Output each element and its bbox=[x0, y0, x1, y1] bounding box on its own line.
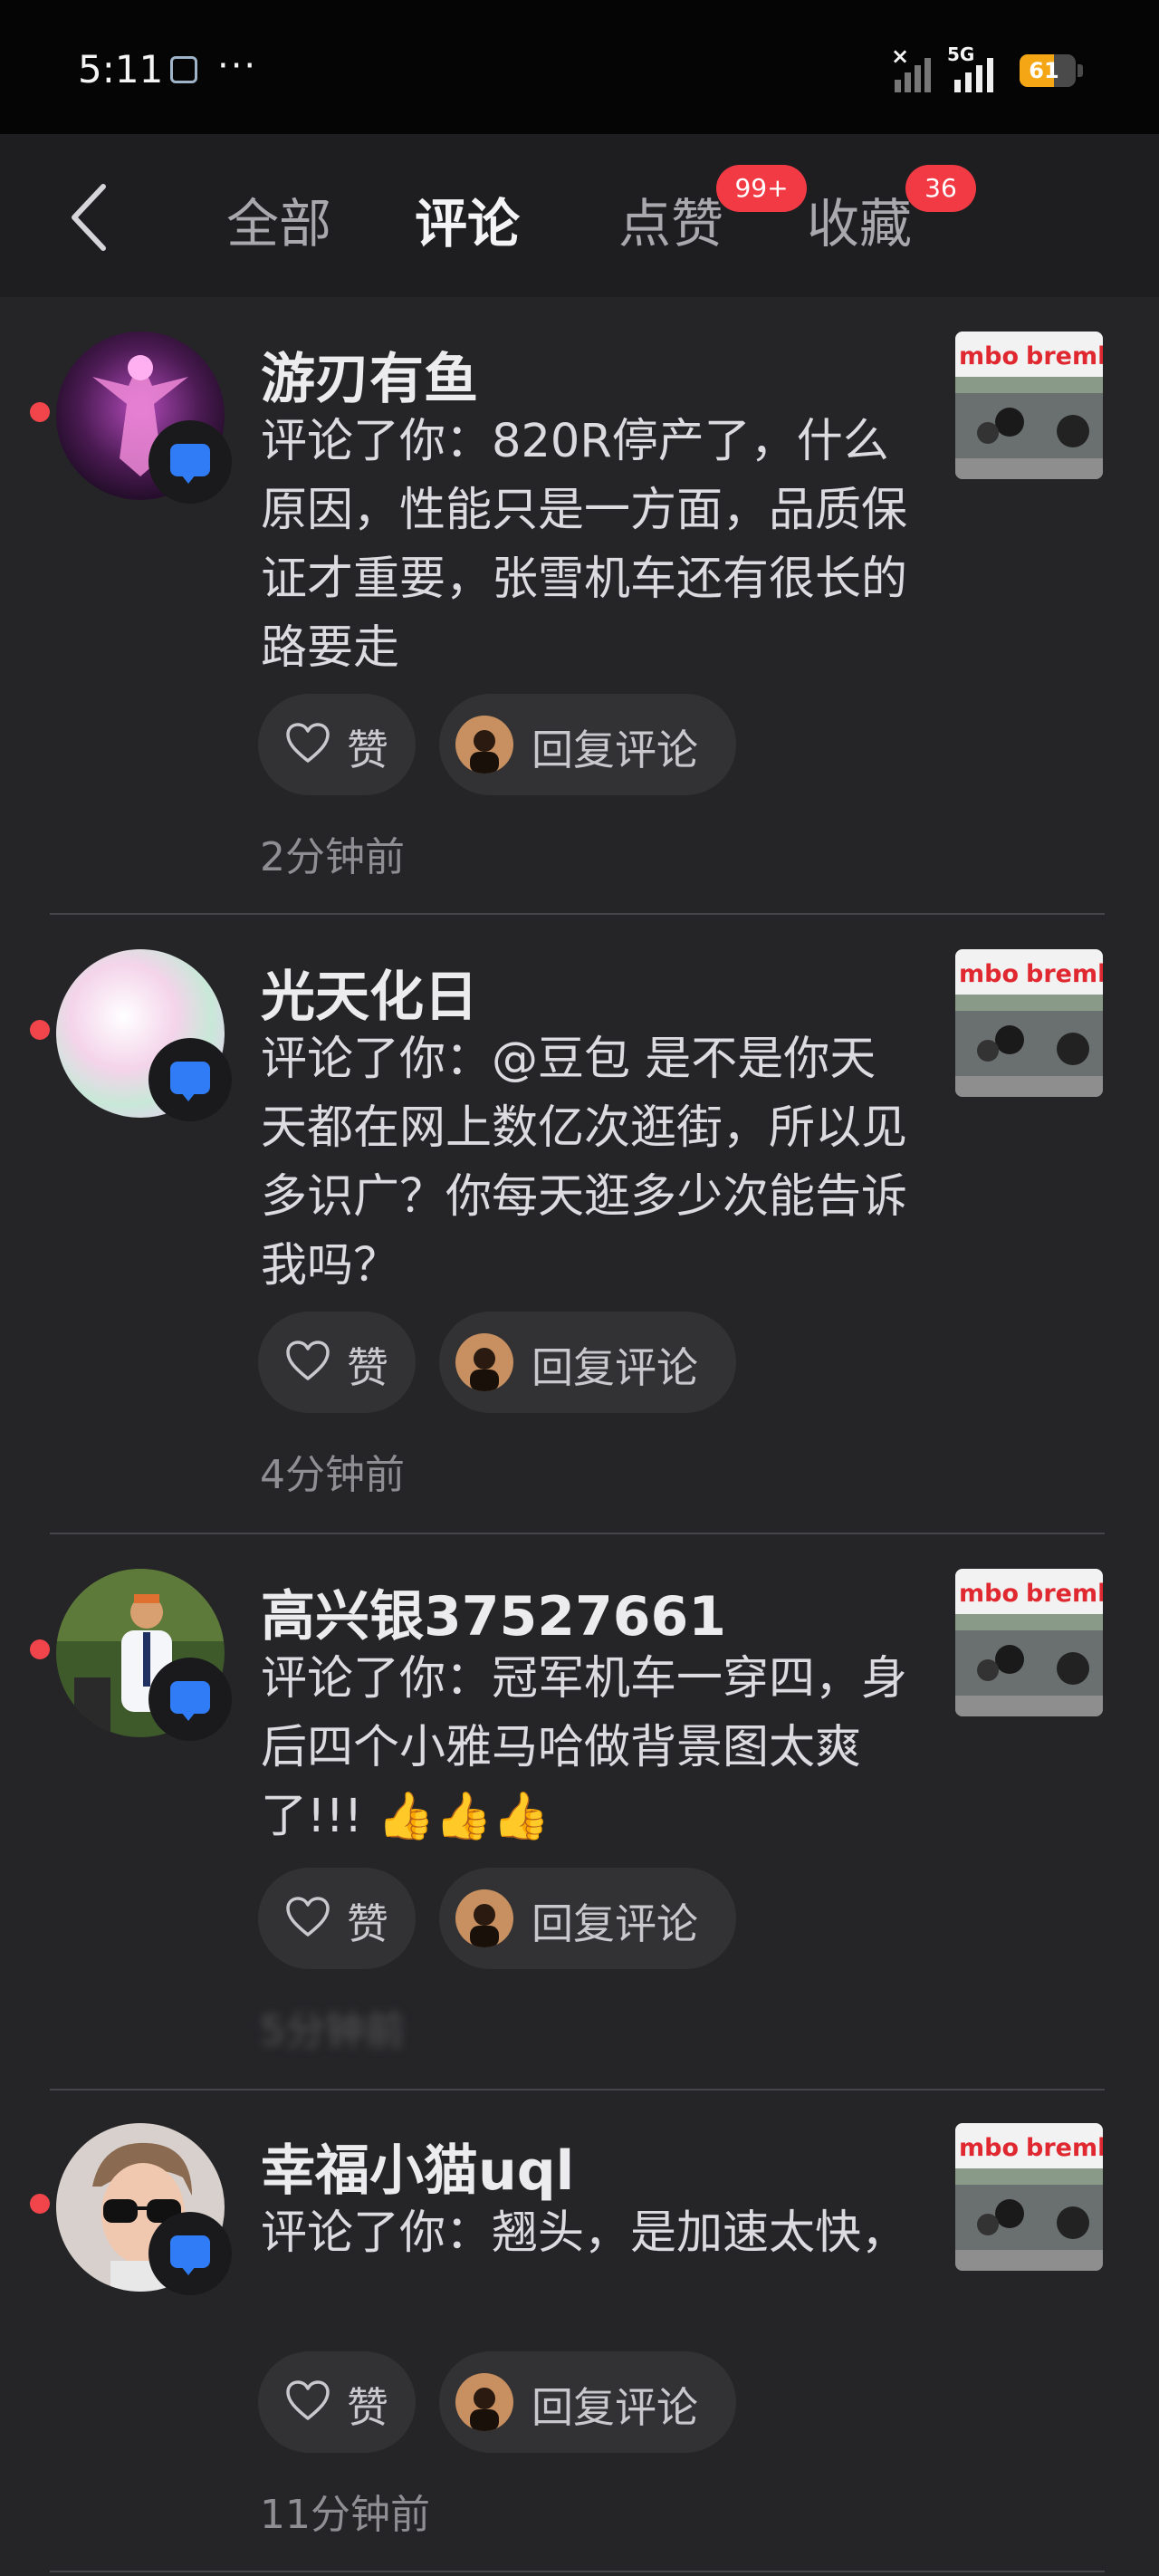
comment-text[interactable]: 评论了你：820R停产了，什么原因，性能只是一方面，品质保证才重要，张雪机车还有… bbox=[261, 408, 913, 683]
video-thumbnail[interactable]: mbo bremb bbox=[955, 332, 1103, 479]
network-type: 5G bbox=[947, 43, 975, 65]
comment-type-icon bbox=[148, 1038, 232, 1121]
comment-text[interactable]: 评论了你：翘头，是加速太快， bbox=[261, 2199, 913, 2268]
user-name[interactable]: 幸福小猫uql bbox=[261, 2127, 574, 2206]
reply-button[interactable]: 回复评论 bbox=[439, 694, 736, 795]
svg-text:bremb: bremb bbox=[1026, 960, 1103, 988]
my-avatar bbox=[455, 716, 513, 774]
tab-all[interactable]: 全部 bbox=[226, 181, 331, 257]
like-button[interactable]: 赞 bbox=[258, 1312, 416, 1413]
divider bbox=[50, 2571, 1105, 2572]
user-name[interactable]: 光天化日 bbox=[261, 953, 478, 1032]
reply-button[interactable]: 回复评论 bbox=[439, 1312, 736, 1413]
video-thumbnail[interactable]: mbo bremb bbox=[955, 1569, 1103, 1716]
svg-text:bremb: bremb bbox=[1026, 1580, 1103, 1608]
heart-icon bbox=[285, 1897, 330, 1938]
likes-badge: 99+ bbox=[716, 165, 807, 212]
timestamp: 5分钟前 bbox=[260, 2008, 405, 2054]
video-thumbnail[interactable]: mbo bremb bbox=[955, 2123, 1103, 2271]
reply-button[interactable]: 回复评论 bbox=[439, 2351, 736, 2453]
status-icons: × 5G 61 bbox=[887, 43, 1087, 100]
my-avatar bbox=[455, 1889, 513, 1947]
comment-text[interactable]: 评论了你：冠军机车一穿四，身后四个小雅马哈做背景图太爽了!!! 👍👍👍 bbox=[261, 1645, 913, 1851]
comment-type-icon bbox=[148, 1658, 232, 1741]
like-label: 赞 bbox=[347, 1343, 388, 1392]
user-name[interactable]: 游刃有鱼 bbox=[261, 335, 478, 414]
like-button[interactable]: 赞 bbox=[258, 2351, 416, 2453]
status-time: 5:11 bbox=[78, 47, 164, 91]
no-signal-icon: × bbox=[891, 43, 910, 69]
video-thumbnail[interactable]: mbo bremb bbox=[955, 949, 1103, 1097]
like-button[interactable]: 赞 bbox=[258, 1868, 416, 1969]
divider bbox=[50, 1533, 1105, 1534]
my-avatar bbox=[455, 2373, 513, 2431]
back-button[interactable] bbox=[65, 181, 120, 254]
reply-button[interactable]: 回复评论 bbox=[439, 1868, 736, 1969]
reply-label: 回复评论 bbox=[532, 726, 698, 774]
like-label: 赞 bbox=[347, 2383, 388, 2432]
like-button[interactable]: 赞 bbox=[258, 694, 416, 795]
heart-icon bbox=[285, 723, 330, 764]
header: 全部 评论 点赞 99+ 收藏 36 bbox=[0, 134, 1159, 297]
my-avatar bbox=[455, 1333, 513, 1391]
status-bar: 5:11 ··· × 5G 61 bbox=[0, 0, 1159, 134]
tab-favorites[interactable]: 收藏 bbox=[807, 181, 912, 257]
unread-dot bbox=[30, 2194, 50, 2214]
svg-text:bremb: bremb bbox=[1026, 342, 1103, 370]
tab-comments[interactable]: 评论 bbox=[415, 181, 520, 257]
reply-label: 回复评论 bbox=[532, 1899, 698, 1948]
tab-likes[interactable]: 点赞 bbox=[618, 181, 723, 257]
heart-icon bbox=[285, 2380, 330, 2422]
timestamp: 4分钟前 bbox=[260, 1452, 405, 1498]
divider bbox=[50, 2089, 1105, 2091]
reply-label: 回复评论 bbox=[532, 2383, 698, 2432]
favorites-badge: 36 bbox=[905, 165, 976, 212]
unread-dot bbox=[30, 1639, 50, 1659]
timestamp: 2分钟前 bbox=[260, 834, 405, 880]
app-notification-icon bbox=[170, 56, 197, 83]
chevron-left-icon bbox=[72, 184, 106, 251]
unread-dot bbox=[30, 402, 50, 422]
svg-text:mbo: mbo bbox=[959, 2134, 1019, 2162]
svg-text:mbo: mbo bbox=[959, 342, 1019, 370]
user-name[interactable]: 高兴银37527661 bbox=[261, 1572, 726, 1651]
svg-text:mbo: mbo bbox=[959, 960, 1019, 988]
comment-type-icon bbox=[148, 2212, 232, 2295]
battery-icon: 61 bbox=[1020, 54, 1076, 87]
like-label: 赞 bbox=[347, 726, 388, 774]
timestamp: 11分钟前 bbox=[260, 2492, 430, 2538]
reply-label: 回复评论 bbox=[532, 1343, 698, 1392]
svg-text:mbo: mbo bbox=[959, 1580, 1019, 1608]
unread-dot bbox=[30, 1020, 50, 1040]
more-notifications-icon: ··· bbox=[217, 45, 258, 87]
heart-icon bbox=[285, 1341, 330, 1382]
svg-text:bremb: bremb bbox=[1026, 2134, 1103, 2162]
comment-text[interactable]: 评论了你：@豆包 是不是你天天都在网上数亿次逛街，所以见多识广？你每天逛多少次能… bbox=[261, 1025, 913, 1301]
like-label: 赞 bbox=[347, 1899, 388, 1948]
divider bbox=[50, 913, 1105, 915]
comment-type-icon bbox=[148, 420, 232, 504]
